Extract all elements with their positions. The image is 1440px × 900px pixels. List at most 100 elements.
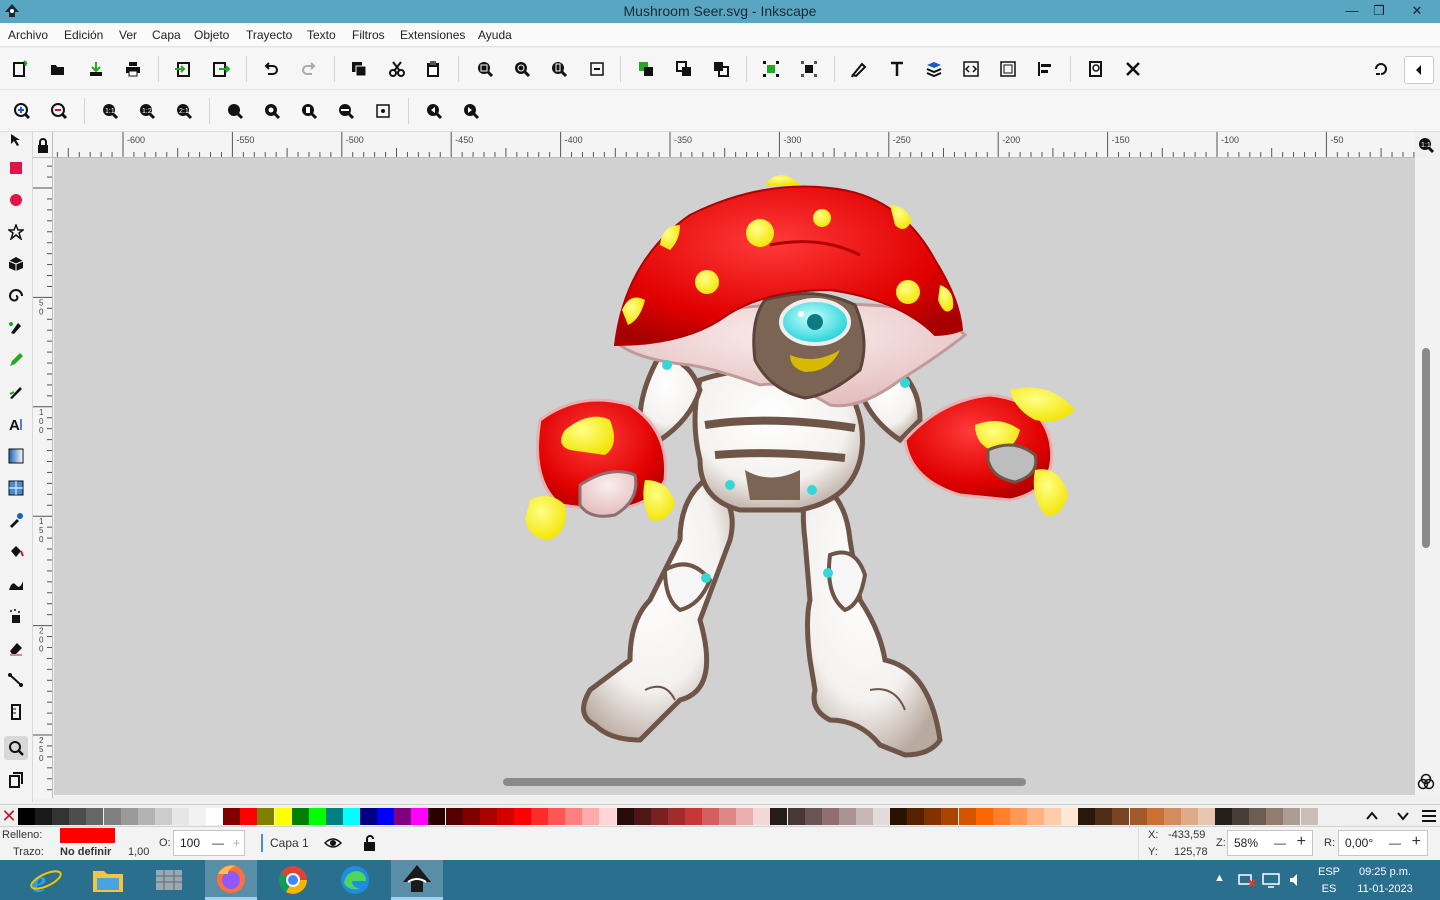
plus-icon[interactable]: + [1412,830,1421,854]
color-swatch[interactable] [1266,808,1284,825]
zoom-selection-button[interactable] [474,58,496,80]
internet-explorer-taskbar-button[interactable]: e [20,860,72,900]
selector-tool[interactable] [6,130,26,150]
color-swatch[interactable] [274,808,292,825]
chevron-down-icon[interactable] [1395,808,1411,824]
menu-ayuda[interactable]: Ayuda [478,28,512,42]
color-swatch[interactable] [360,808,377,825]
color-swatch[interactable] [1300,808,1318,825]
zoom-selection-button-2[interactable] [224,100,246,122]
minus-icon[interactable]: — [1274,831,1286,855]
menu-texto[interactable]: Texto [307,28,336,42]
color-swatch[interactable] [804,808,822,825]
import-button[interactable] [172,58,194,80]
spiral-tool[interactable] [6,286,26,306]
ungroup-button[interactable] [798,58,820,80]
color-swatch[interactable] [479,808,497,825]
color-swatch[interactable] [1249,808,1267,825]
network-error-icon[interactable] [1238,872,1256,888]
color-swatch[interactable] [52,808,70,825]
snap-toggle-button[interactable] [1370,58,1392,80]
keyboard-language-secondary[interactable]: ES [1318,883,1340,900]
color-swatch[interactable] [633,808,651,825]
no-paint-swatch[interactable]: ✕ [1,806,17,826]
stroke-indicator[interactable]: No definir [60,846,111,858]
zoom-page-button-2[interactable] [298,100,320,122]
copy-button[interactable] [348,58,370,80]
color-swatch[interactable] [684,808,702,825]
find-button[interactable] [1085,58,1107,80]
star-tool[interactable] [6,222,26,242]
color-swatch[interactable] [240,808,258,825]
zoom-next-button[interactable] [460,100,482,122]
color-swatch[interactable] [924,808,942,825]
color-swatch[interactable] [1095,808,1113,825]
eraser-tool[interactable] [6,638,26,658]
3d-box-tool[interactable] [6,254,26,274]
stroke-width-value[interactable]: 1,00 [128,846,149,858]
zoom-drawing-button[interactable] [511,58,533,80]
color-swatch[interactable] [873,808,890,825]
color-swatch[interactable] [1197,808,1215,825]
open-button[interactable] [47,58,69,80]
color-swatch[interactable] [821,808,839,825]
print-button[interactable] [122,58,144,80]
menu-objeto[interactable]: Objeto [194,28,229,42]
zoom-page-width-button[interactable] [586,58,608,80]
color-swatch[interactable] [787,808,805,825]
file-explorer-taskbar-button[interactable] [82,860,134,900]
color-swatch[interactable] [667,808,685,825]
color-swatch[interactable] [1026,808,1044,825]
drawing-canvas[interactable] [54,158,1415,795]
color-swatch[interactable] [513,808,531,825]
color-swatch[interactable] [189,808,206,825]
zoom-out-button[interactable] [48,100,70,122]
text-tool[interactable]: A [6,414,26,434]
snap-panel-toggle[interactable] [1404,56,1434,84]
color-swatch[interactable] [907,808,925,825]
color-swatch[interactable] [120,808,138,825]
vertical-scroll-thumb[interactable] [1422,348,1430,548]
color-swatch[interactable] [257,808,275,825]
zoom-center-page-button[interactable] [372,100,394,122]
color-swatch[interactable] [702,808,719,825]
ellipse-tool[interactable] [6,190,26,210]
color-swatch[interactable] [650,808,668,825]
zoom-in-button[interactable] [11,100,33,122]
color-swatch[interactable] [342,808,360,825]
menu-archivo[interactable]: Archivo [8,28,48,42]
network-app-taskbar-button[interactable] [143,860,195,900]
text-font-button[interactable] [886,58,908,80]
xml-editor-button[interactable] [960,58,982,80]
menu-ver[interactable]: Ver [119,28,137,42]
connector-tool[interactable] [6,670,26,690]
color-swatch[interactable] [206,808,224,825]
calligraphy-tool[interactable] [6,382,26,402]
redo-button[interactable] [298,58,320,80]
undo-button[interactable] [260,58,282,80]
pencil-tool[interactable] [6,350,26,370]
lock-icon[interactable] [36,138,50,154]
document-properties-button[interactable] [997,58,1019,80]
menu-trayecto[interactable]: Trayecto [246,28,292,42]
menu-extensiones[interactable]: Extensiones [400,28,465,42]
color-swatch[interactable] [325,808,343,825]
current-layer[interactable]: Capa 1 [270,836,309,850]
show-hidden-icons-button[interactable]: ▲ [1214,872,1228,900]
chrome-taskbar-button[interactable] [267,860,319,900]
zoom-2-1-button[interactable]: 2:1 [173,100,195,122]
zoom-spinbox[interactable]: 58% — + [1227,830,1313,856]
color-swatch[interactable] [18,808,35,825]
duplicate-button[interactable] [635,58,657,80]
color-swatch[interactable] [171,808,189,825]
color-swatch[interactable] [719,808,737,825]
unlink-clone-button[interactable] [710,58,732,80]
color-swatch[interactable] [1078,808,1096,825]
zoom-corner-icon[interactable]: 1:1 [1416,136,1436,154]
color-swatch[interactable] [86,808,104,825]
color-swatch[interactable] [377,808,395,825]
mesh-tool[interactable] [6,478,26,498]
color-swatch[interactable] [975,808,993,825]
color-swatch[interactable] [445,808,463,825]
zoom-1-1-button[interactable]: 1:1 [99,100,121,122]
